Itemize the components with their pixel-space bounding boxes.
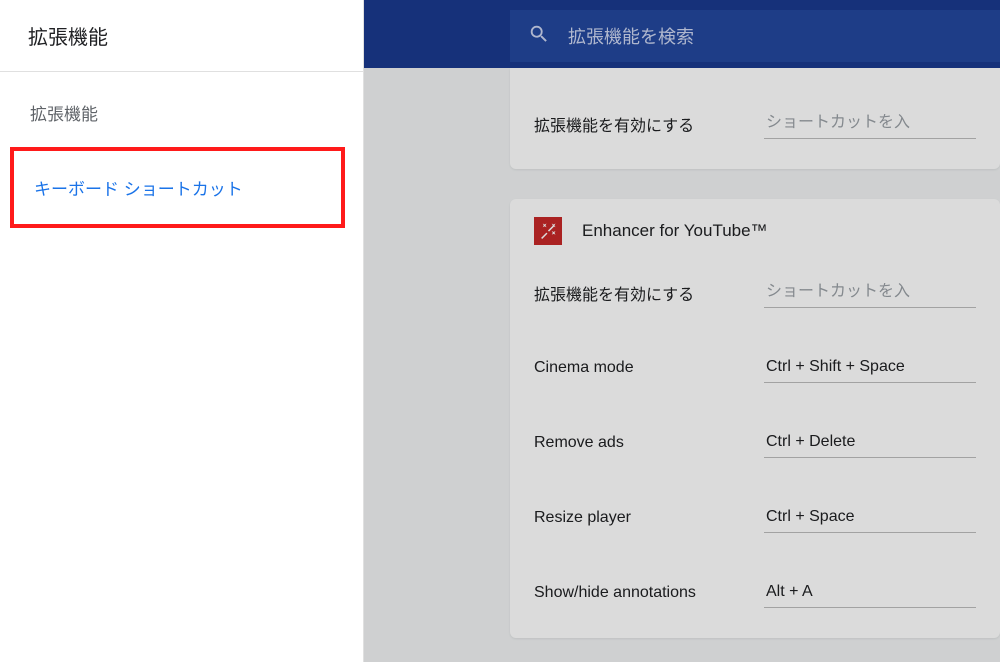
shortcut-input[interactable] [764, 577, 976, 608]
shortcut-input[interactable] [764, 502, 976, 533]
shortcut-input[interactable] [764, 277, 976, 308]
extension-card: 拡張機能を有効にする [510, 68, 1000, 169]
shortcut-input[interactable] [764, 108, 976, 139]
main-content: 拡張機能を検索 拡張機能を有効にする Enhancer for YouTube™ [364, 0, 1000, 662]
extension-card-header: Enhancer for YouTube™ [510, 199, 1000, 255]
shortcut-row: Resize player [510, 480, 1000, 555]
search-icon [528, 23, 550, 50]
shortcut-row: 拡張機能を有効にする [510, 255, 1000, 330]
shortcut-row: 拡張機能を有効にする [510, 86, 1000, 161]
sidebar-title: 拡張機能 [0, 0, 363, 72]
shortcut-label: 拡張機能を有効にする [534, 112, 744, 136]
sidebar-item-label: キーボード ショートカット [34, 180, 243, 199]
topbar: 拡張機能を検索 [364, 0, 1000, 68]
shortcut-row: Remove ads [510, 405, 1000, 480]
shortcut-label: 拡張機能を有効にする [534, 281, 744, 305]
shortcut-label: Resize player [534, 509, 744, 527]
content-area: 拡張機能を有効にする Enhancer for YouTube™ 拡張機能を有効… [364, 68, 1000, 662]
search-placeholder: 拡張機能を検索 [568, 23, 694, 49]
sidebar-item-keyboard-shortcuts[interactable]: キーボード ショートカット [10, 147, 345, 228]
shortcut-input[interactable] [764, 427, 976, 458]
shortcut-row: Cinema mode [510, 330, 1000, 405]
extension-card-enhancer: Enhancer for YouTube™ 拡張機能を有効にする Cinema … [510, 199, 1000, 638]
shortcut-row: Show/hide annotations [510, 555, 1000, 630]
shortcut-input[interactable] [764, 352, 976, 383]
sidebar-item-label: 拡張機能 [30, 105, 98, 124]
sidebar-item-extensions[interactable]: 拡張機能 [0, 90, 363, 135]
extension-title: Enhancer for YouTube™ [582, 221, 768, 241]
shortcut-label: Cinema mode [534, 359, 744, 377]
sidebar: 拡張機能 拡張機能 キーボード ショートカット [0, 0, 364, 662]
magic-wand-icon [534, 217, 562, 245]
shortcut-label: Show/hide annotations [534, 584, 744, 602]
shortcut-label: Remove ads [534, 434, 744, 452]
search-box[interactable]: 拡張機能を検索 [510, 10, 1000, 62]
